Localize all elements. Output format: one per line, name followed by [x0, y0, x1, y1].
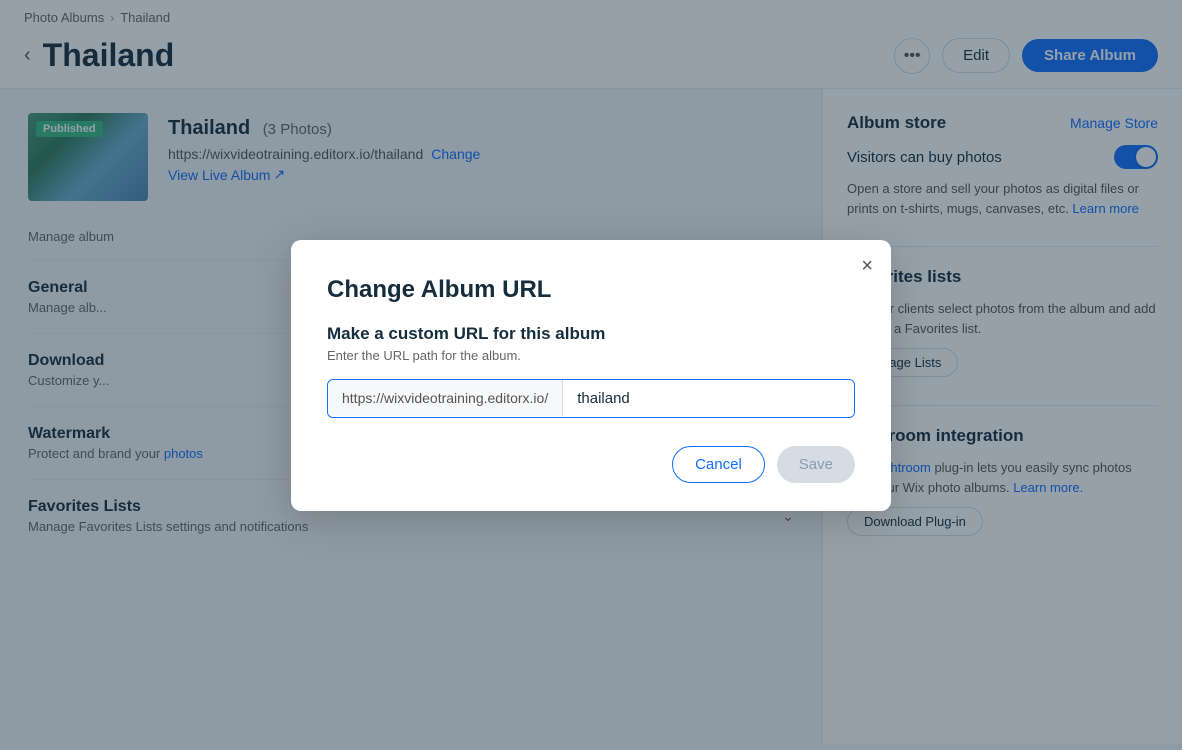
url-prefix: https://wixvideotraining.editorx.io/ — [328, 380, 563, 416]
modal-close-button[interactable]: × — [861, 256, 873, 276]
save-button[interactable]: Save — [777, 446, 855, 483]
url-path-input[interactable] — [563, 380, 854, 417]
url-input-row: https://wixvideotraining.editorx.io/ — [327, 379, 855, 418]
modal-hint: Enter the URL path for the album. — [327, 348, 855, 363]
modal-overlay[interactable]: × Change Album URL Make a custom URL for… — [0, 0, 1182, 750]
cancel-button[interactable]: Cancel — [672, 446, 765, 483]
modal-title: Change Album URL — [327, 276, 855, 304]
modal-actions: Cancel Save — [327, 446, 855, 483]
change-album-url-modal: × Change Album URL Make a custom URL for… — [291, 240, 891, 511]
modal-subtitle: Make a custom URL for this album — [327, 324, 855, 344]
